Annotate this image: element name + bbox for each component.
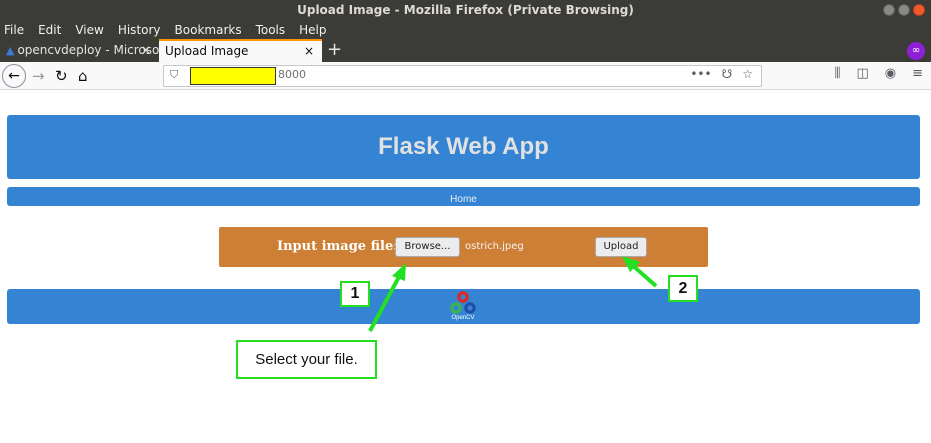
toolbar-icons: ⫼ ◫ ◉ ≡: [834, 66, 923, 81]
bookmark-star-icon[interactable]: ☆: [742, 67, 753, 81]
url-actions: ••• ☋ ☆: [690, 67, 753, 81]
library-icon[interactable]: ⫼: [834, 66, 840, 81]
account-icon[interactable]: ◉: [885, 66, 896, 81]
menu-tools[interactable]: Tools: [256, 23, 286, 37]
upload-form: Input image file: Browse... ostrich.jpeg…: [219, 227, 708, 267]
azure-icon: ▲: [6, 44, 15, 57]
pocket-icon[interactable]: ☋: [722, 67, 733, 81]
window-titlebar: Upload Image - Mozilla Firefox (Private …: [0, 0, 931, 20]
redacted-host: [190, 67, 276, 85]
opencv-logo-icon: [450, 291, 476, 314]
menu-help[interactable]: Help: [299, 23, 326, 37]
url-bar[interactable]: ⛉ 8000 ••• ☋ ☆: [163, 65, 762, 87]
upload-label: Input image file:: [277, 239, 399, 254]
opencv-logo: OpenCV: [448, 291, 478, 323]
tab-label: Upload Image: [165, 44, 249, 58]
tab-opencvdeploy[interactable]: ▲ opencvdeploy - Microsof ×: [0, 39, 159, 62]
menu-file[interactable]: File: [4, 23, 24, 37]
menu-view[interactable]: View: [75, 23, 103, 37]
url-text: 8000: [278, 68, 306, 81]
back-arrow-icon[interactable]: ←: [2, 64, 26, 88]
window-title: Upload Image - Mozilla Firefox (Private …: [297, 3, 634, 17]
tab-bar: ▲ opencvdeploy - Microsof × Upload Image …: [0, 39, 931, 62]
page-title: Flask Web App: [378, 133, 549, 160]
sidebar-icon[interactable]: ◫: [856, 66, 868, 81]
window-controls: [883, 4, 925, 16]
minimize-button[interactable]: [883, 4, 895, 16]
menu-history[interactable]: History: [118, 23, 161, 37]
menu-bar: File Edit View History Bookmarks Tools H…: [0, 20, 931, 39]
tab-label: opencvdeploy - Microsof: [17, 43, 159, 57]
maximize-button[interactable]: [898, 4, 910, 16]
page-header: Flask Web App: [7, 115, 920, 179]
arrow-2-line: [629, 262, 658, 288]
hamburger-menu-icon[interactable]: ≡: [912, 66, 923, 81]
home-icon[interactable]: ⌂: [78, 66, 88, 86]
new-tab-button[interactable]: +: [327, 39, 342, 61]
select-file-note: Select your file.: [236, 340, 377, 379]
page-nav: Home: [7, 187, 920, 206]
menu-bookmarks[interactable]: Bookmarks: [175, 23, 242, 37]
opencv-logo-text: OpenCV: [451, 315, 475, 321]
close-tab-icon[interactable]: ×: [304, 41, 314, 61]
menu-edit[interactable]: Edit: [38, 23, 61, 37]
forward-arrow-icon[interactable]: →: [32, 66, 45, 86]
selected-file-name: ostrich.jpeg: [465, 241, 524, 252]
tab-upload-image[interactable]: Upload Image ×: [159, 39, 322, 62]
page-actions-icon[interactable]: •••: [690, 67, 711, 81]
upload-button[interactable]: Upload: [595, 237, 647, 257]
step-1-callout: 1: [340, 281, 370, 307]
browse-button[interactable]: Browse...: [395, 237, 460, 257]
shield-icon[interactable]: ⛉: [170, 68, 178, 82]
page-footer: OpenCV: [7, 289, 920, 324]
nav-home-link[interactable]: Home: [450, 194, 477, 205]
close-tab-icon[interactable]: ×: [141, 39, 151, 61]
nav-toolbar: ← → ↻ ⌂ ⛉ 8000 ••• ☋ ☆ ⫼ ◫ ◉ ≡: [0, 62, 931, 90]
private-browsing-icon: ∞: [907, 42, 925, 60]
step-2-callout: 2: [668, 275, 698, 302]
reload-icon[interactable]: ↻: [55, 66, 68, 86]
close-window-button[interactable]: [913, 4, 925, 16]
